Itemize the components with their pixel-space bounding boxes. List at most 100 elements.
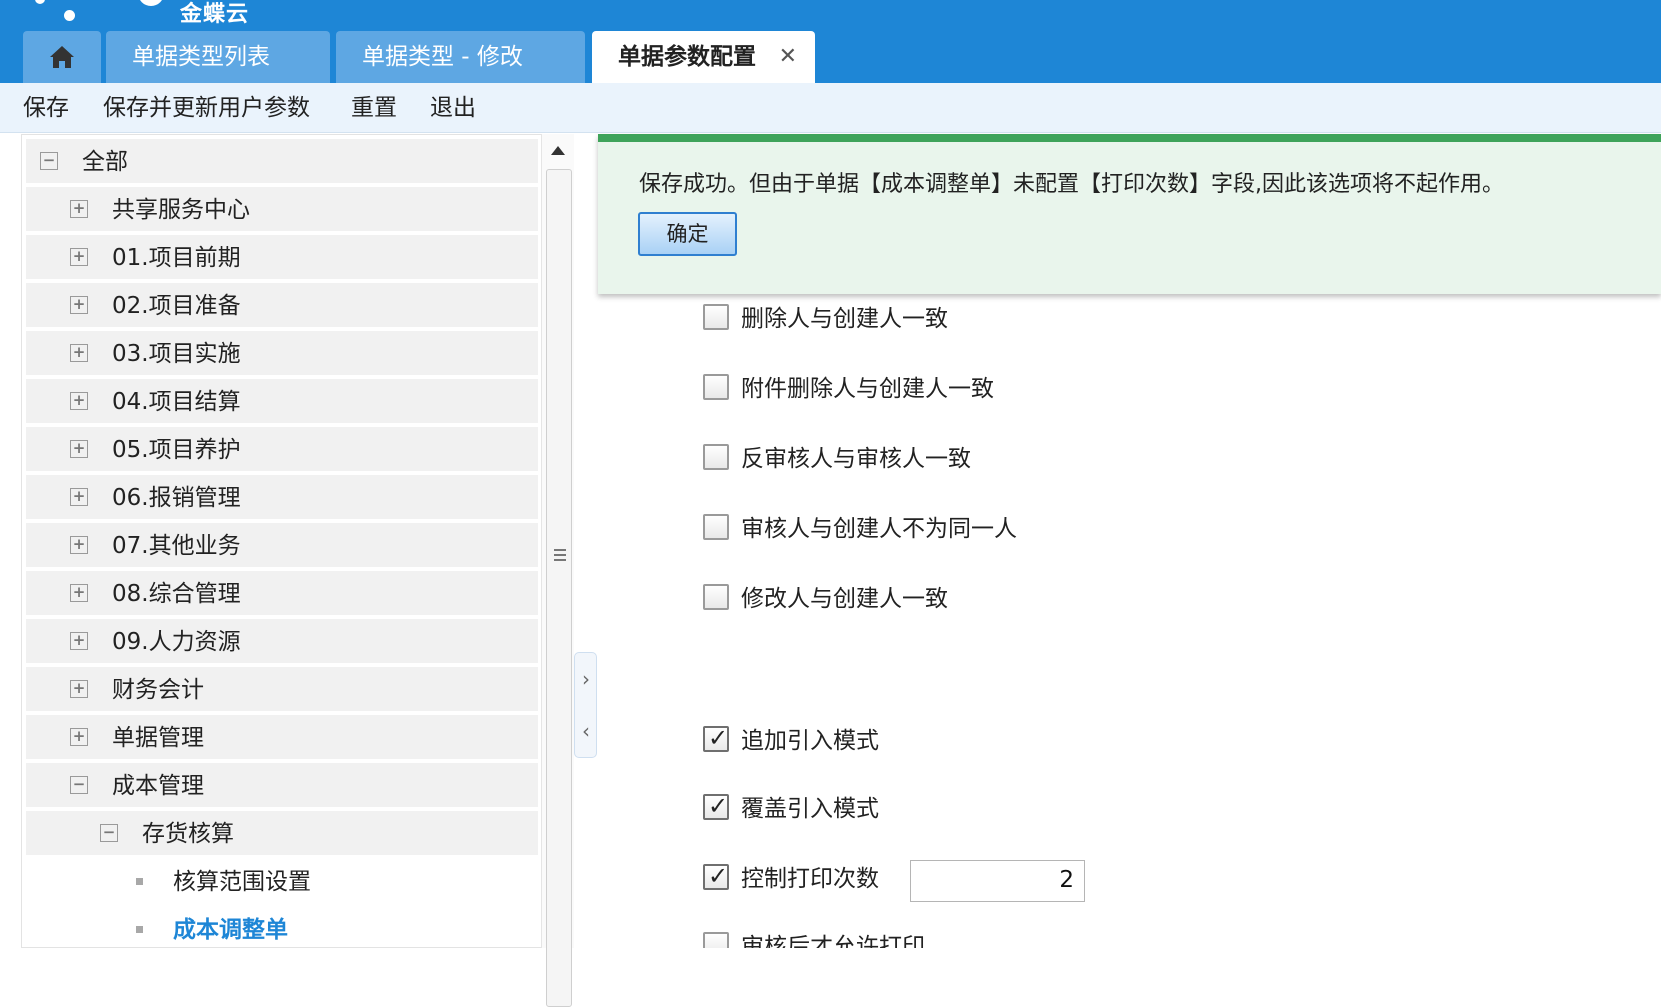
tab-label: 单据类型列表 [132,44,270,70]
tree-node-label: 核算范围设置 [173,869,311,895]
collapse-icon[interactable]: − [70,776,88,794]
checkbox[interactable] [703,932,729,948]
tree-node[interactable]: + 08.综合管理 [26,571,538,617]
print-count-input[interactable]: 2 [910,860,1085,902]
tab-bill-type-list[interactable]: 单据类型列表 [106,31,330,83]
expand-icon[interactable]: + [70,728,88,746]
option-label: 审核人与创建人不为同一人 [741,516,1017,542]
check-icon: ✓ [708,724,729,752]
tree-node-label: 单据管理 [112,725,204,751]
tree-node-label: 08.综合管理 [112,581,241,607]
panel-splitter[interactable]: › ‹ [574,652,597,758]
checkbox[interactable] [703,514,729,540]
tree-node[interactable]: + 财务会计 [26,667,538,713]
close-icon[interactable]: ✕ [779,31,797,83]
checkbox-checked[interactable]: ✓ [703,792,729,820]
tree-node[interactable]: + 单据管理 [26,715,538,761]
tab-label: 单据参数配置 [618,44,756,70]
tree-node[interactable]: − 存货核算 [26,811,538,857]
logo-dot [35,0,45,4]
tree-node-label: 06.报销管理 [112,485,241,511]
reset-button[interactable]: 重置 [351,83,397,133]
expand-icon[interactable]: + [70,680,88,698]
option-label: 删除人与创建人一致 [741,306,948,332]
tree-node[interactable]: − 成本管理 [26,763,538,809]
tab-home[interactable] [23,31,101,83]
tree-node-label: 01.项目前期 [112,245,241,271]
collapse-icon[interactable]: − [100,824,118,842]
expand-icon[interactable]: + [70,440,88,458]
tree-node-label: 共享服务中心 [112,197,250,223]
option-label: 修改人与创建人一致 [741,586,948,612]
expand-icon[interactable]: + [70,296,88,314]
tree-leaf-selected[interactable]: 成本调整单 [26,907,538,947]
tree-leaf[interactable]: 核算范围设置 [26,859,538,905]
tree-node[interactable]: + 04.项目结算 [26,379,538,425]
expand-icon[interactable]: + [70,392,88,410]
expand-icon[interactable]: + [70,632,88,650]
tree-node-label: 存货核算 [142,821,234,847]
logo-dot [64,10,75,21]
tab-bill-param-config[interactable]: 单据参数配置 ✕ [592,31,815,83]
expand-icon[interactable]: + [70,200,88,218]
tree-node[interactable]: + 07.其他业务 [26,523,538,569]
check-icon: ✓ [708,792,729,820]
tree-node[interactable]: + 02.项目准备 [26,283,538,329]
tree-node[interactable]: + 06.报销管理 [26,475,538,521]
grip-line [554,554,566,556]
bullet-icon [136,878,143,885]
option-label: 控制打印次数 [741,866,879,892]
expand-icon[interactable]: + [70,248,88,266]
tree-node[interactable]: + 03.项目实施 [26,331,538,377]
chevron-left-icon[interactable]: ‹ [578,719,594,743]
scroll-thumb[interactable] [546,169,572,1007]
checkbox-checked[interactable]: ✓ [703,862,729,890]
tree-node-label: 04.项目结算 [112,389,241,415]
option-label: 覆盖引入模式 [741,796,879,822]
option-label: 附件删除人与创建人一致 [741,376,994,402]
checkbox[interactable] [703,304,729,330]
tree-scrollbar[interactable] [541,134,574,1007]
option-label: 反审核人与审核人一致 [741,446,971,472]
option-label: 追加引入模式 [741,728,879,754]
expand-icon[interactable]: + [70,584,88,602]
tab-bill-type-edit[interactable]: 单据类型 - 修改 [336,31,585,83]
option-label: 审核后才允许打印 [741,934,925,948]
expand-icon[interactable]: + [70,536,88,554]
checkbox[interactable] [703,444,729,470]
grip-line [554,559,566,561]
expand-icon[interactable]: + [70,488,88,506]
tree-node-label: 07.其他业务 [112,533,241,559]
tree-node-all[interactable]: − 全部 [26,139,538,185]
save-button[interactable]: 保存 [23,83,69,133]
save-and-update-button[interactable]: 保存并更新用户参数 [103,83,310,133]
expand-icon[interactable]: + [70,344,88,362]
tree-node[interactable]: + 01.项目前期 [26,235,538,281]
scroll-up-icon[interactable] [551,146,565,155]
checkbox-checked[interactable]: ✓ [703,724,729,752]
tree-node-label: 09.人力资源 [112,629,241,655]
logo-swoosh [138,0,164,6]
success-notice: 保存成功。但由于单据【成本调整单】未配置【打印次数】字段,因此该选项将不起作用。… [598,134,1661,294]
tree-node[interactable]: + 共享服务中心 [26,187,538,233]
collapse-icon[interactable]: − [40,152,58,170]
check-icon: ✓ [708,862,729,890]
confirm-button[interactable]: 确定 [638,212,737,256]
exit-button[interactable]: 退出 [430,83,476,133]
tree-node[interactable]: + 05.项目养护 [26,427,538,473]
brand-logo: 金蝶云 [180,2,250,27]
checkbox[interactable] [703,374,729,400]
tree-node-label: 03.项目实施 [112,341,241,367]
tree-node-label: 02.项目准备 [112,293,241,319]
chevron-right-icon[interactable]: › [578,667,594,691]
top-bar: 金蝶云 单据类型列表 单据类型 - 修改 单据参数配置 ✕ [0,0,1661,83]
tree-node-label: 全部 [82,149,128,175]
toolbar: 保存 保存并更新用户参数 重置 退出 [0,83,1661,133]
bullet-icon [136,926,143,933]
grip-line [554,549,566,551]
tree-node-label: 成本调整单 [173,917,288,943]
checkbox[interactable] [703,584,729,610]
tab-label: 单据类型 - 修改 [362,44,523,70]
tree-node[interactable]: + 09.人力资源 [26,619,538,665]
home-icon [50,46,74,68]
